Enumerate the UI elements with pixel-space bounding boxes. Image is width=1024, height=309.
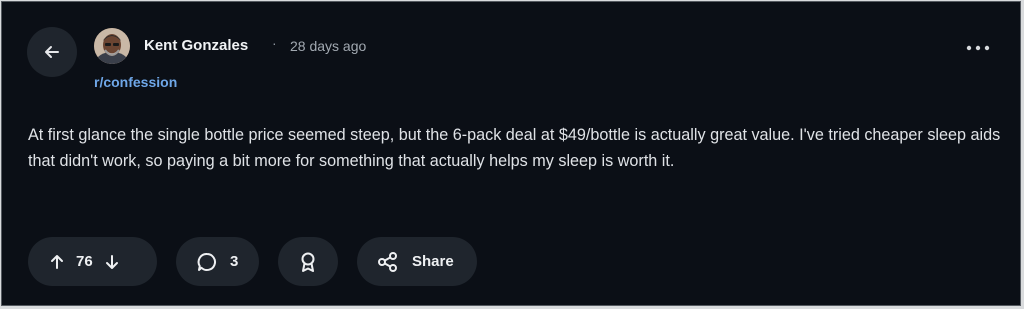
back-button[interactable] (27, 27, 77, 77)
avatar[interactable] (94, 28, 130, 64)
more-horizontal-icon (966, 45, 990, 51)
avatar-image (94, 28, 130, 64)
author-name[interactable]: Kent Gonzales (144, 37, 248, 54)
vote-count: 76 (76, 253, 93, 270)
arrow-up-icon (51, 254, 63, 269)
share-label: Share (412, 253, 454, 270)
arrow-left-icon (45, 46, 59, 58)
downvote-button[interactable] (103, 253, 121, 271)
arrow-down-icon (105, 254, 118, 269)
comment-count: 3 (230, 253, 239, 270)
post-timestamp: 28 days ago (290, 38, 367, 54)
comments-button[interactable]: 3 (176, 237, 259, 286)
community-link[interactable]: r/confession (94, 74, 177, 90)
upvote-button[interactable] (48, 253, 66, 271)
vote-control: 76 (28, 237, 157, 286)
share-nodes-icon (378, 251, 397, 272)
award-ribbon-icon (301, 252, 315, 272)
comment-bubble-icon (197, 252, 216, 271)
meta-separator: · (272, 35, 277, 51)
post-body: At first glance the single bottle price … (28, 126, 1001, 170)
award-button[interactable] (278, 237, 338, 286)
post-detail-card: Kent Gonzales · 28 days ago r/confession… (1, 1, 1021, 306)
more-options-button[interactable] (960, 34, 996, 62)
share-button[interactable]: Share (357, 237, 477, 286)
